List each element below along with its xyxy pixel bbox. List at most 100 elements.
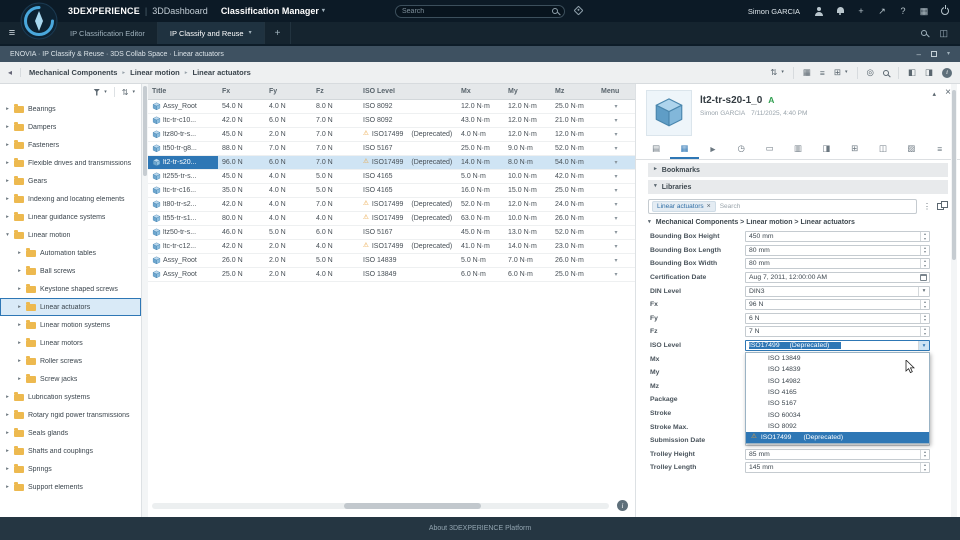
app-switcher[interactable]: Classification Manager ▾ [221, 6, 325, 16]
tree-caret-icon[interactable]: ▸ [4, 214, 11, 220]
tree-caret-icon[interactable]: ▸ [16, 340, 23, 346]
table-row[interactable]: ltc-tr-c12... 42.0 N 2.0 N 4.0 N ⚠ ISO17… [148, 240, 635, 254]
attribute-input[interactable]: 145 mm ▾ ▴▾ [745, 462, 930, 473]
info-button[interactable]: i [617, 500, 628, 511]
tree-item[interactable]: ▸ Rotary rigid power transmissions [0, 406, 141, 424]
sort-caret-icon[interactable]: ▾ [781, 70, 784, 75]
cell-title[interactable]: lt55-tr-s1... [148, 212, 218, 225]
spinner-icon[interactable]: ▴▾ [920, 232, 929, 241]
layout-right-icon[interactable]: ◨ [925, 67, 933, 78]
spinner-icon[interactable]: ▴▾ [920, 450, 929, 459]
attribute-input[interactable]: 96 N ▾ ▴▾ [745, 299, 930, 310]
layout-left-icon[interactable]: ◧ [908, 67, 916, 78]
table-row[interactable]: ltz80-tr-s... 45.0 N 2.0 N 7.0 N ⚠ ISO17… [148, 128, 635, 142]
attribute-input[interactable]: ISO17499 (Deprecated) ▾ ▴▾ [745, 340, 930, 351]
layout-panes-icon[interactable]: ◫ [939, 28, 948, 39]
add-content-icon[interactable]: + [856, 6, 866, 16]
attribute-input[interactable]: 80 mm ▾ ▴▾ [745, 258, 930, 269]
cell-title[interactable]: Assy_Root [148, 254, 218, 267]
detail-tab-icon[interactable]: ▭ [755, 140, 783, 159]
column-my[interactable]: My [504, 88, 551, 95]
detail-tab-icon[interactable]: ▦ [670, 140, 698, 159]
logout-icon[interactable] [940, 6, 950, 16]
attribute-input[interactable]: 80 mm ▾ ▴▾ [745, 245, 930, 256]
search-input[interactable] [402, 8, 552, 15]
tree-caret-icon[interactable]: ▸ [4, 466, 11, 472]
tree-caret-icon[interactable]: ▾ [4, 232, 11, 238]
select-filter-icon[interactable]: ⊞ [834, 67, 841, 78]
search-icon[interactable] [552, 8, 558, 14]
detail-tab-icon[interactable]: ◨ [812, 140, 840, 159]
row-menu-icon[interactable]: ▾ [597, 198, 635, 211]
tree-item[interactable]: ▸ Keystone shaped screws [0, 280, 141, 298]
tree-caret-icon[interactable]: ▸ [16, 286, 23, 292]
attribute-input[interactable]: Aug 7, 2011, 12:00:00 AM ▾ ▴▾ [745, 272, 930, 283]
part-thumbnail[interactable] [646, 90, 692, 136]
attribute-input[interactable]: 7 N ▾ ▴▾ [745, 326, 930, 337]
dropdown-option[interactable]: ⚠ ISO17499 (Deprecated) [746, 432, 929, 443]
tree-item[interactable]: ▸ Seals glands [0, 424, 141, 442]
tree-item[interactable]: ▸ Support elements [0, 478, 141, 496]
cell-title[interactable]: Assy_Root [148, 100, 218, 113]
column-fz[interactable]: Fz [312, 88, 359, 95]
notifications-icon[interactable] [835, 6, 845, 16]
table-row[interactable]: Assy_Root 54.0 N 4.0 N 8.0 N ⚠ ISO 8092 … [148, 100, 635, 114]
user-name[interactable]: Simon GARCIA [748, 7, 800, 16]
chip-close-icon[interactable]: × [707, 203, 711, 210]
tree-caret-icon[interactable]: ▸ [16, 304, 23, 310]
cell-title[interactable]: ltz50-tr-s... [148, 226, 218, 239]
panel-scrollbar[interactable] [951, 84, 957, 517]
row-menu-icon[interactable]: ▾ [597, 268, 635, 281]
section-bookmarks[interactable]: ▸ Bookmarks [648, 163, 948, 177]
widget-menu-icon[interactable]: ▾ [947, 51, 950, 57]
tree-caret-icon[interactable]: ▸ [16, 322, 23, 328]
scrollbar-thumb[interactable] [952, 90, 956, 260]
tree-item[interactable]: ▸ Linear motion systems [0, 316, 141, 334]
column-fx[interactable]: Fx [218, 88, 265, 95]
column-mz[interactable]: Mz [551, 88, 597, 95]
tree-item[interactable]: ▸ Linear guidance systems [0, 208, 141, 226]
table-row[interactable]: lt50-tr-g8... 88.0 N 7.0 N 7.0 N ⚠ ISO 5… [148, 142, 635, 156]
spinner-icon[interactable]: ▴▾ [920, 259, 929, 268]
info-icon[interactable]: i [942, 68, 952, 78]
minimize-icon[interactable]: – [917, 50, 921, 59]
tree-item[interactable]: ▸ Automation tables [0, 244, 141, 262]
column-iso-level[interactable]: ISO Level [359, 88, 457, 95]
cell-title[interactable]: Assy_Root [148, 268, 218, 281]
column-title[interactable]: Title [148, 88, 218, 95]
tree-caret-icon[interactable]: ▸ [16, 268, 23, 274]
tree-caret-icon[interactable]: ▸ [4, 106, 11, 112]
breadcrumb-item[interactable]: Linear motion [130, 68, 180, 77]
tree-item[interactable]: ▸ Gears [0, 172, 141, 190]
column-fy[interactable]: Fy [265, 88, 312, 95]
classification-path[interactable]: ▾ Mechanical Components > Linear motion … [648, 219, 948, 226]
tree-item[interactable]: ▾ Linear motion [0, 226, 141, 244]
table-row[interactable]: lt255-tr-s... 45.0 N 4.0 N 5.0 N ⚠ ISO 4… [148, 170, 635, 184]
row-menu-icon[interactable]: ▾ [597, 170, 635, 183]
filter-caret-icon[interactable]: ▾ [104, 90, 107, 95]
dropdown-option[interactable]: ⚠ ISO 14982 [746, 376, 929, 387]
cell-title[interactable]: ltc-tr-c16... [148, 184, 218, 197]
table-row[interactable]: lt55-tr-s1... 80.0 N 4.0 N 4.0 N ⚠ ISO17… [148, 212, 635, 226]
tree-item[interactable]: ▸ Lubrication systems [0, 388, 141, 406]
back-icon[interactable]: ◂ [8, 68, 21, 77]
dropdown-option[interactable]: ⚠ ISO 14839 [746, 364, 929, 375]
spinner-icon[interactable]: ▴▾ [920, 463, 929, 472]
dashboard-tab[interactable]: IP Classification Editor ▾ [58, 22, 158, 44]
tree-caret-icon[interactable]: ▸ [4, 412, 11, 418]
row-menu-icon[interactable]: ▾ [597, 128, 635, 141]
close-panel-icon[interactable]: × [945, 87, 951, 98]
attribute-input[interactable]: 6 N ▾ ▴▾ [745, 313, 930, 324]
tree-item[interactable]: ▸ Roller screws [0, 352, 141, 370]
select-caret-icon[interactable]: ▾ [918, 341, 929, 350]
table-row[interactable]: lt80-tr-s2... 42.0 N 4.0 N 7.0 N ⚠ ISO17… [148, 198, 635, 212]
tree-caret-icon[interactable]: ▸ [4, 448, 11, 454]
dropdown-option[interactable]: ⚠ ISO 8092 [746, 421, 929, 432]
dropdown-option[interactable]: ⚠ ISO 60034 [746, 409, 929, 420]
dropdown-option[interactable]: ⚠ ISO 4165 [746, 387, 929, 398]
detail-tab-icon[interactable]: ≡ [926, 140, 954, 159]
global-search[interactable] [395, 5, 565, 18]
sort-icon[interactable]: ⇅ [122, 88, 129, 97]
spinner-icon[interactable]: ▴▾ [920, 300, 929, 309]
add-tab-button[interactable]: + [265, 22, 292, 44]
